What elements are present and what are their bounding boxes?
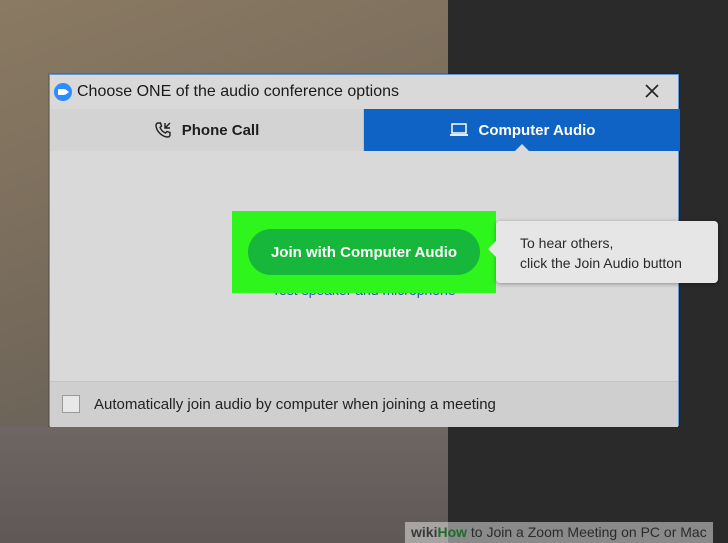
auto-join-checkbox[interactable]	[62, 395, 80, 413]
tab-phone-call-label: Phone Call	[181, 121, 260, 139]
join-computer-audio-button[interactable]: Join with Computer Audio	[248, 229, 480, 275]
tab-computer-audio-label: Computer Audio	[478, 121, 596, 139]
tooltip-line-1: To hear others,	[520, 235, 614, 251]
wikihow-logo: wiki	[411, 524, 438, 540]
watermark-how: How	[437, 524, 468, 540]
wikihow-watermark: wikiHow to Join a Zoom Meeting on PC or …	[405, 522, 713, 543]
tooltip-line-2: click the Join Audio button	[520, 255, 682, 271]
audio-options-dialog: Choose ONE of the audio conference optio…	[49, 74, 718, 427]
laptop-icon	[449, 123, 469, 137]
zoom-camera-icon	[54, 83, 72, 101]
dialog-title: Choose ONE of the audio conference optio…	[77, 83, 399, 100]
background-table	[0, 426, 448, 543]
tab-phone-call[interactable]: Phone Call	[50, 109, 364, 151]
close-icon	[645, 84, 659, 98]
dialog-titlebar: Choose ONE of the audio conference optio…	[50, 75, 678, 109]
close-button[interactable]	[640, 79, 664, 103]
join-audio-tooltip: To hear others, click the Join Audio but…	[488, 221, 718, 283]
tooltip-arrow	[488, 241, 496, 257]
dialog-footer: Automatically join audio by computer whe…	[50, 381, 678, 427]
audio-content-panel: Test speaker and microphone Join with Co…	[50, 151, 718, 381]
auto-join-label: Automatically join audio by computer whe…	[94, 396, 496, 413]
watermark-caption: to Join a Zoom Meeting on PC or Mac	[467, 524, 707, 540]
phone-callback-icon	[154, 121, 172, 139]
audio-tabs: Phone Call Computer Audio	[50, 109, 680, 152]
tab-computer-audio[interactable]: Computer Audio	[364, 109, 680, 152]
